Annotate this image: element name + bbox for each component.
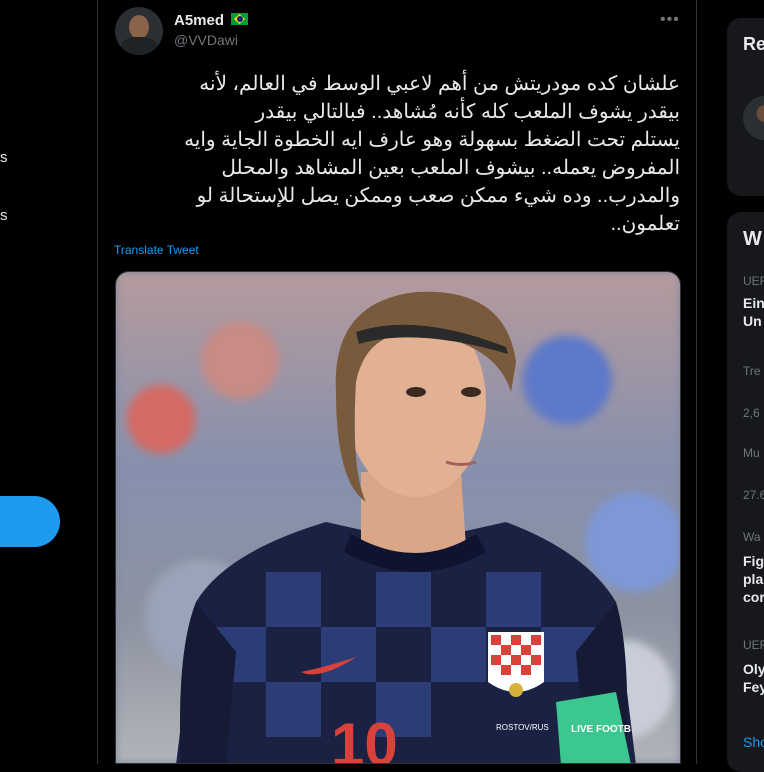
- nav-item-label[interactable]: s: [0, 149, 8, 166]
- relevant-title: Re: [743, 34, 764, 54]
- trends-title: W: [743, 228, 762, 250]
- trend-context: Tre: [743, 364, 761, 378]
- tweet-text: علشان كده مودريتش من أهم لاعبي الوسط في …: [184, 73, 680, 235]
- author-display-name[interactable]: A5med: [174, 12, 224, 29]
- avatar-body: [121, 37, 157, 55]
- nav-item-label[interactable]: s: [0, 207, 8, 224]
- trend-title[interactable]: Oly Fey: [743, 660, 764, 696]
- trend-context: Wa: [743, 530, 761, 544]
- trend-count: 2,6: [743, 406, 760, 420]
- relevant-avatar[interactable]: [743, 96, 764, 140]
- trend-count: 27.6: [743, 488, 764, 502]
- left-nav: s s: [0, 0, 97, 764]
- translate-tweet-link[interactable]: Translate Tweet: [114, 243, 199, 257]
- relevant-people-card: Re: [727, 18, 764, 196]
- trend-context: UEF: [743, 638, 764, 652]
- tweet-image[interactable]: 10 LIVE FOOTB ROSTOV/RUS: [115, 271, 681, 764]
- tweet-detail: A5med @VVDawi ••• علشان كده مودريتش من أ…: [97, 0, 697, 764]
- author-handle[interactable]: @VVDawi: [174, 32, 238, 48]
- match-patch-text: ROSTOV/RUS: [496, 723, 549, 732]
- trends-card: W UEF Ein Un Tre 2,6 Mu 27.6 Wa Fig pla …: [727, 212, 764, 772]
- show-more-link[interactable]: Sho: [743, 734, 764, 750]
- trend-context: Mu: [743, 446, 760, 460]
- trend-title[interactable]: Fig pla cor: [743, 552, 764, 606]
- brazil-flag-icon: [231, 13, 248, 25]
- player-photo: 10 LIVE FOOTB ROSTOV/RUS: [176, 291, 636, 764]
- shirt-number: 10: [331, 711, 398, 764]
- armband-text: LIVE FOOTB: [571, 724, 631, 735]
- trend-context: UEF: [743, 274, 764, 288]
- more-options-icon[interactable]: •••: [660, 11, 680, 29]
- author-avatar[interactable]: [115, 7, 163, 55]
- trend-title[interactable]: Ein Un: [743, 294, 764, 330]
- tweet-compose-button[interactable]: [0, 496, 60, 547]
- avatar-head: [129, 15, 149, 39]
